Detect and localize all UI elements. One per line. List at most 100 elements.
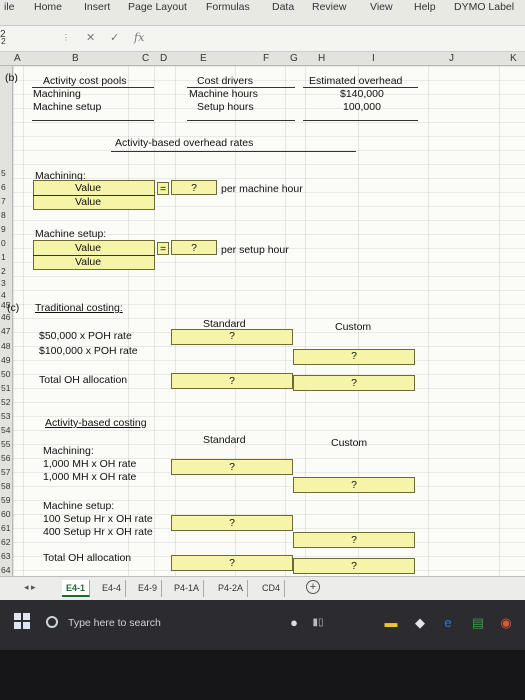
estimated-overhead-header: Estimated overhead: [309, 75, 403, 87]
row-header[interactable]: 61: [1, 524, 10, 533]
task-view-icon[interactable]: ▮▯: [310, 615, 326, 631]
app-icon[interactable]: ◉: [498, 615, 514, 631]
abc-mh-row-2: 1,000 MH x OH rate: [43, 471, 137, 483]
column-header-b[interactable]: B: [72, 53, 79, 64]
row-header[interactable]: 50: [1, 370, 10, 379]
ribbon-tab-help[interactable]: Help: [414, 1, 436, 13]
column-header-e[interactable]: E: [200, 53, 207, 64]
row-header[interactable]: 46: [1, 313, 10, 322]
ribbon-tab-review[interactable]: Review: [312, 1, 346, 13]
column-header-f[interactable]: F: [263, 53, 269, 64]
sheet-scroll-arrows-icon[interactable]: ◂ ▸: [24, 582, 36, 593]
row-header[interactable]: 57: [1, 468, 10, 477]
driver-setup-hours: Setup hours: [197, 101, 254, 113]
row-header[interactable]: 1: [1, 253, 6, 262]
excel-icon[interactable]: ▤: [470, 615, 486, 631]
edge-icon[interactable]: e: [440, 615, 456, 631]
row-header[interactable]: 9: [1, 225, 6, 234]
row-header[interactable]: 6: [1, 183, 6, 192]
sheet-tab-p4-1a[interactable]: P4-1A: [170, 580, 205, 597]
abc-setup-row-1: 100 Setup Hr x OH rate: [43, 513, 153, 525]
add-sheet-icon[interactable]: +: [306, 580, 320, 594]
column-header-a[interactable]: A: [14, 53, 21, 64]
sheet-tab-e4-9[interactable]: E4-9: [134, 580, 163, 597]
row-header[interactable]: 64: [1, 566, 10, 575]
row-header[interactable]: 51: [1, 384, 10, 393]
desk-edge: [0, 650, 525, 700]
cancel-icon[interactable]: ✕: [86, 31, 95, 44]
ribbon-tab-bar: ile Home Insert Page Layout Formulas Dat…: [0, 0, 525, 26]
row-header[interactable]: 47: [1, 327, 10, 336]
row-header[interactable]: 48: [1, 342, 10, 351]
windows-start-icon[interactable]: [14, 613, 30, 629]
row-header[interactable]: 53: [1, 412, 10, 421]
machining-value-1: Value: [75, 182, 102, 194]
custom-rate-answer-1: ?: [351, 350, 357, 362]
ribbon-tab-page-layout[interactable]: Page Layout: [128, 1, 187, 13]
abc-standard-header: Standard: [203, 434, 246, 446]
ribbon-tab-insert[interactable]: Insert: [84, 1, 110, 13]
abc-total-oh-label: Total OH allocation: [43, 552, 132, 564]
setup-rate-unit: per setup hour: [221, 244, 289, 256]
row-header[interactable]: 62: [1, 538, 10, 547]
column-header-d[interactable]: D: [160, 53, 167, 64]
row-header[interactable]: 3: [1, 279, 6, 288]
row-header[interactable]: 8: [1, 211, 6, 220]
abc-setup-label: Machine setup:: [43, 500, 115, 512]
sheet-tab-e4-4[interactable]: E4-4: [98, 580, 127, 597]
row-header[interactable]: 54: [1, 426, 10, 435]
row-header[interactable]: 2: [1, 267, 6, 276]
worksheet-grid[interactable]: (b) Activity cost pools Machining Machin…: [5, 66, 525, 576]
traditional-custom-header: Custom: [335, 321, 372, 333]
row-header[interactable]: 63: [1, 552, 10, 561]
row-header[interactable]: 2: [1, 37, 6, 46]
ribbon-tab-dymo-label[interactable]: DYMO Label: [454, 1, 514, 13]
row-header[interactable]: 7: [1, 197, 6, 206]
machining-rate-answer: ?: [191, 182, 197, 194]
ribbon-tab-file[interactable]: ile: [4, 1, 15, 13]
setup-equals: =: [160, 243, 167, 255]
row-header[interactable]: 5: [1, 169, 6, 178]
row-header[interactable]: 58: [1, 482, 10, 491]
store-icon[interactable]: ◆: [412, 615, 428, 631]
row-header[interactable]: 52: [1, 398, 10, 407]
setup-rate-label: Machine setup:: [35, 228, 107, 240]
fx-icon[interactable]: fx: [134, 31, 144, 44]
ribbon-tab-data[interactable]: Data: [272, 1, 294, 13]
column-header-k[interactable]: K: [510, 53, 517, 64]
standard-rate-answer-1: ?: [229, 330, 235, 342]
enter-icon[interactable]: ✓: [110, 31, 119, 44]
setup-rate-answer: ?: [191, 242, 197, 254]
custom-total-answer: ?: [351, 377, 357, 389]
traditional-costing-title: Traditional costing:: [35, 302, 123, 314]
microphone-icon[interactable]: ●: [286, 615, 302, 631]
sheet-tab-p4-2a[interactable]: P4-2A: [214, 580, 249, 597]
row-header[interactable]: 4: [1, 291, 6, 300]
row-header[interactable]: 0: [1, 239, 6, 248]
ribbon-tab-formulas[interactable]: Formulas: [206, 1, 250, 13]
row-header[interactable]: 60: [1, 510, 10, 519]
row-header[interactable]: 49: [1, 356, 10, 365]
traditional-total-oh-label: Total OH allocation: [39, 374, 128, 386]
column-header-c[interactable]: C: [142, 53, 149, 64]
taskbar-search-box[interactable]: Type here to search: [40, 611, 220, 635]
cortana-icon: [46, 616, 58, 628]
sheet-tab-e4-1[interactable]: E4-1: [62, 580, 91, 597]
file-explorer-icon[interactable]: ▬: [383, 615, 399, 631]
row-header[interactable]: 55: [1, 440, 10, 449]
ribbon-tab-view[interactable]: View: [370, 1, 393, 13]
ribbon-tab-home[interactable]: Home: [34, 1, 62, 13]
column-header-j[interactable]: J: [449, 53, 454, 64]
row-header[interactable]: 59: [1, 496, 10, 505]
sheet-tab-cd4[interactable]: CD4: [258, 580, 286, 597]
windows-taskbar: Type here to search ● ▮▯ ▬ ◆ e ▤ ◉: [0, 600, 525, 650]
machining-rate-unit: per machine hour: [221, 183, 303, 195]
abc-title: Activity-based costing: [45, 417, 147, 429]
abc-custom-setup-answer: ?: [351, 534, 357, 546]
column-header-g[interactable]: G: [290, 53, 298, 64]
more-options-icon[interactable]: ⋮: [62, 33, 70, 42]
machining-equals: =: [160, 183, 167, 195]
column-header-h[interactable]: H: [318, 53, 325, 64]
column-header-i[interactable]: I: [372, 53, 375, 64]
row-header[interactable]: 56: [1, 454, 10, 463]
